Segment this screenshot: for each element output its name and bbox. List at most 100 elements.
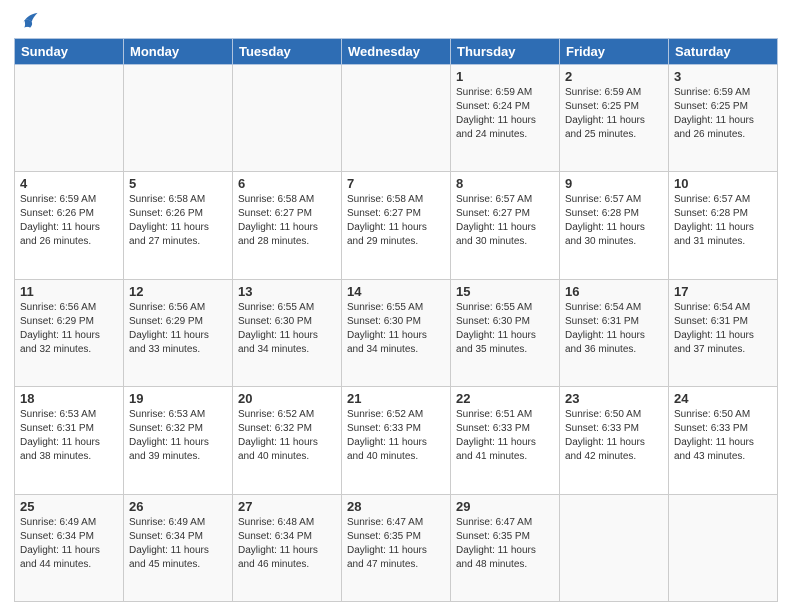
calendar-cell: 11 Sunrise: 6:56 AM Sunset: 6:29 PM Dayli… — [15, 279, 124, 386]
day-info: Sunrise: 6:54 AM Sunset: 6:31 PM Dayligh… — [674, 301, 772, 357]
calendar-week-row: 4 Sunrise: 6:59 AM Sunset: 6:26 PM Daylig… — [15, 172, 778, 279]
day-number: 1 — [456, 69, 554, 84]
day-number: 19 — [129, 391, 227, 406]
calendar-cell: 25 Sunrise: 6:49 AM Sunset: 6:34 PM Dayli… — [15, 494, 124, 601]
day-number: 17 — [674, 284, 772, 299]
day-number: 3 — [674, 69, 772, 84]
day-number: 5 — [129, 176, 227, 191]
day-info: Sunrise: 6:47 AM Sunset: 6:35 PM Dayligh… — [456, 516, 554, 572]
day-number: 13 — [238, 284, 336, 299]
day-info: Sunrise: 6:52 AM Sunset: 6:32 PM Dayligh… — [238, 408, 336, 464]
day-info: Sunrise: 6:59 AM Sunset: 6:25 PM Dayligh… — [674, 86, 772, 142]
day-info: Sunrise: 6:50 AM Sunset: 6:33 PM Dayligh… — [674, 408, 772, 464]
calendar-cell: 26 Sunrise: 6:49 AM Sunset: 6:34 PM Dayli… — [124, 494, 233, 601]
calendar-cell: 4 Sunrise: 6:59 AM Sunset: 6:26 PM Daylig… — [15, 172, 124, 279]
calendar-week-row: 11 Sunrise: 6:56 AM Sunset: 6:29 PM Dayli… — [15, 279, 778, 386]
calendar-cell: 24 Sunrise: 6:50 AM Sunset: 6:33 PM Dayli… — [669, 387, 778, 494]
day-info: Sunrise: 6:50 AM Sunset: 6:33 PM Dayligh… — [565, 408, 663, 464]
calendar-week-row: 25 Sunrise: 6:49 AM Sunset: 6:34 PM Dayli… — [15, 494, 778, 601]
calendar-cell: 7 Sunrise: 6:58 AM Sunset: 6:27 PM Daylig… — [342, 172, 451, 279]
calendar-cell: 2 Sunrise: 6:59 AM Sunset: 6:25 PM Daylig… — [560, 65, 669, 172]
logo — [14, 10, 39, 32]
calendar-body: 1 Sunrise: 6:59 AM Sunset: 6:24 PM Daylig… — [15, 65, 778, 602]
calendar-cell: 27 Sunrise: 6:48 AM Sunset: 6:34 PM Dayli… — [233, 494, 342, 601]
calendar-cell: 19 Sunrise: 6:53 AM Sunset: 6:32 PM Dayli… — [124, 387, 233, 494]
calendar-cell: 8Sunrise: 6:57 AM Sunset: 6:27 PM Daylig… — [451, 172, 560, 279]
day-info: Sunrise: 6:57 AM Sunset: 6:28 PM Dayligh… — [674, 193, 772, 249]
weekday-header: Thursday — [451, 39, 560, 65]
weekday-header: Monday — [124, 39, 233, 65]
day-number: 7 — [347, 176, 445, 191]
day-number: 23 — [565, 391, 663, 406]
calendar-cell — [342, 65, 451, 172]
day-info: Sunrise: 6:56 AM Sunset: 6:29 PM Dayligh… — [20, 301, 118, 357]
day-info: Sunrise: 6:49 AM Sunset: 6:34 PM Dayligh… — [129, 516, 227, 572]
header — [14, 10, 778, 32]
weekday-header: Saturday — [669, 39, 778, 65]
weekday-header-row: SundayMondayTuesdayWednesdayThursdayFrid… — [15, 39, 778, 65]
day-info: Sunrise: 6:57 AM Sunset: 6:28 PM Dayligh… — [565, 193, 663, 249]
calendar-cell: 17 Sunrise: 6:54 AM Sunset: 6:31 PM Dayli… — [669, 279, 778, 386]
day-number: 15 — [456, 284, 554, 299]
calendar-cell: 21Sunrise: 6:52 AM Sunset: 6:33 PM Dayli… — [342, 387, 451, 494]
day-number: 29 — [456, 499, 554, 514]
day-number: 4 — [20, 176, 118, 191]
calendar-cell: 12 Sunrise: 6:56 AM Sunset: 6:29 PM Dayli… — [124, 279, 233, 386]
calendar-cell: 18 Sunrise: 6:53 AM Sunset: 6:31 PM Dayli… — [15, 387, 124, 494]
day-info: Sunrise: 6:56 AM Sunset: 6:29 PM Dayligh… — [129, 301, 227, 357]
calendar-week-row: 1 Sunrise: 6:59 AM Sunset: 6:24 PM Daylig… — [15, 65, 778, 172]
day-number: 24 — [674, 391, 772, 406]
day-info: Sunrise: 6:58 AM Sunset: 6:26 PM Dayligh… — [129, 193, 227, 249]
day-number: 27 — [238, 499, 336, 514]
calendar-cell: 22 Sunrise: 6:51 AM Sunset: 6:33 PM Dayli… — [451, 387, 560, 494]
calendar-cell — [233, 65, 342, 172]
day-info: Sunrise: 6:55 AM Sunset: 6:30 PM Dayligh… — [347, 301, 445, 357]
calendar-cell: 3 Sunrise: 6:59 AM Sunset: 6:25 PM Daylig… — [669, 65, 778, 172]
calendar-cell — [669, 494, 778, 601]
day-number: 26 — [129, 499, 227, 514]
day-info: Sunrise: 6:58 AM Sunset: 6:27 PM Dayligh… — [347, 193, 445, 249]
day-info: Sunrise: 6:53 AM Sunset: 6:31 PM Dayligh… — [20, 408, 118, 464]
day-number: 6 — [238, 176, 336, 191]
calendar-cell: 9 Sunrise: 6:57 AM Sunset: 6:28 PM Daylig… — [560, 172, 669, 279]
calendar-cell — [124, 65, 233, 172]
weekday-header: Tuesday — [233, 39, 342, 65]
day-number: 18 — [20, 391, 118, 406]
day-info: Sunrise: 6:59 AM Sunset: 6:25 PM Dayligh… — [565, 86, 663, 142]
day-number: 8 — [456, 176, 554, 191]
day-info: Sunrise: 6:49 AM Sunset: 6:34 PM Dayligh… — [20, 516, 118, 572]
day-info: Sunrise: 6:58 AM Sunset: 6:27 PM Dayligh… — [238, 193, 336, 249]
calendar-cell: 13 Sunrise: 6:55 AM Sunset: 6:30 PM Dayli… — [233, 279, 342, 386]
day-info: Sunrise: 6:54 AM Sunset: 6:31 PM Dayligh… — [565, 301, 663, 357]
day-info: Sunrise: 6:47 AM Sunset: 6:35 PM Dayligh… — [347, 516, 445, 572]
weekday-header: Friday — [560, 39, 669, 65]
day-number: 16 — [565, 284, 663, 299]
calendar-cell: 6 Sunrise: 6:58 AM Sunset: 6:27 PM Daylig… — [233, 172, 342, 279]
weekday-header: Sunday — [15, 39, 124, 65]
day-info: Sunrise: 6:53 AM Sunset: 6:32 PM Dayligh… — [129, 408, 227, 464]
calendar-week-row: 18 Sunrise: 6:53 AM Sunset: 6:31 PM Dayli… — [15, 387, 778, 494]
day-number: 25 — [20, 499, 118, 514]
day-number: 11 — [20, 284, 118, 299]
day-info: Sunrise: 6:55 AM Sunset: 6:30 PM Dayligh… — [456, 301, 554, 357]
logo-bird-icon — [17, 10, 39, 32]
calendar-cell: 15 Sunrise: 6:55 AM Sunset: 6:30 PM Dayli… — [451, 279, 560, 386]
calendar-cell: 1 Sunrise: 6:59 AM Sunset: 6:24 PM Daylig… — [451, 65, 560, 172]
calendar-cell: 5 Sunrise: 6:58 AM Sunset: 6:26 PM Daylig… — [124, 172, 233, 279]
day-number: 9 — [565, 176, 663, 191]
calendar-cell: 14 Sunrise: 6:55 AM Sunset: 6:30 PM Dayli… — [342, 279, 451, 386]
calendar-cell: 23 Sunrise: 6:50 AM Sunset: 6:33 PM Dayli… — [560, 387, 669, 494]
day-number: 14 — [347, 284, 445, 299]
day-info: Sunrise: 6:55 AM Sunset: 6:30 PM Dayligh… — [238, 301, 336, 357]
day-number: 20 — [238, 391, 336, 406]
calendar-cell: 10 Sunrise: 6:57 AM Sunset: 6:28 PM Dayli… — [669, 172, 778, 279]
day-info: Sunrise: 6:59 AM Sunset: 6:24 PM Dayligh… — [456, 86, 554, 142]
day-number: 12 — [129, 284, 227, 299]
day-number: 2 — [565, 69, 663, 84]
day-info: Sunrise: 6:48 AM Sunset: 6:34 PM Dayligh… — [238, 516, 336, 572]
day-info: Sunrise: 6:59 AM Sunset: 6:26 PM Dayligh… — [20, 193, 118, 249]
day-number: 22 — [456, 391, 554, 406]
day-number: 10 — [674, 176, 772, 191]
calendar-cell: 28Sunrise: 6:47 AM Sunset: 6:35 PM Dayli… — [342, 494, 451, 601]
day-info: Sunrise: 6:51 AM Sunset: 6:33 PM Dayligh… — [456, 408, 554, 464]
